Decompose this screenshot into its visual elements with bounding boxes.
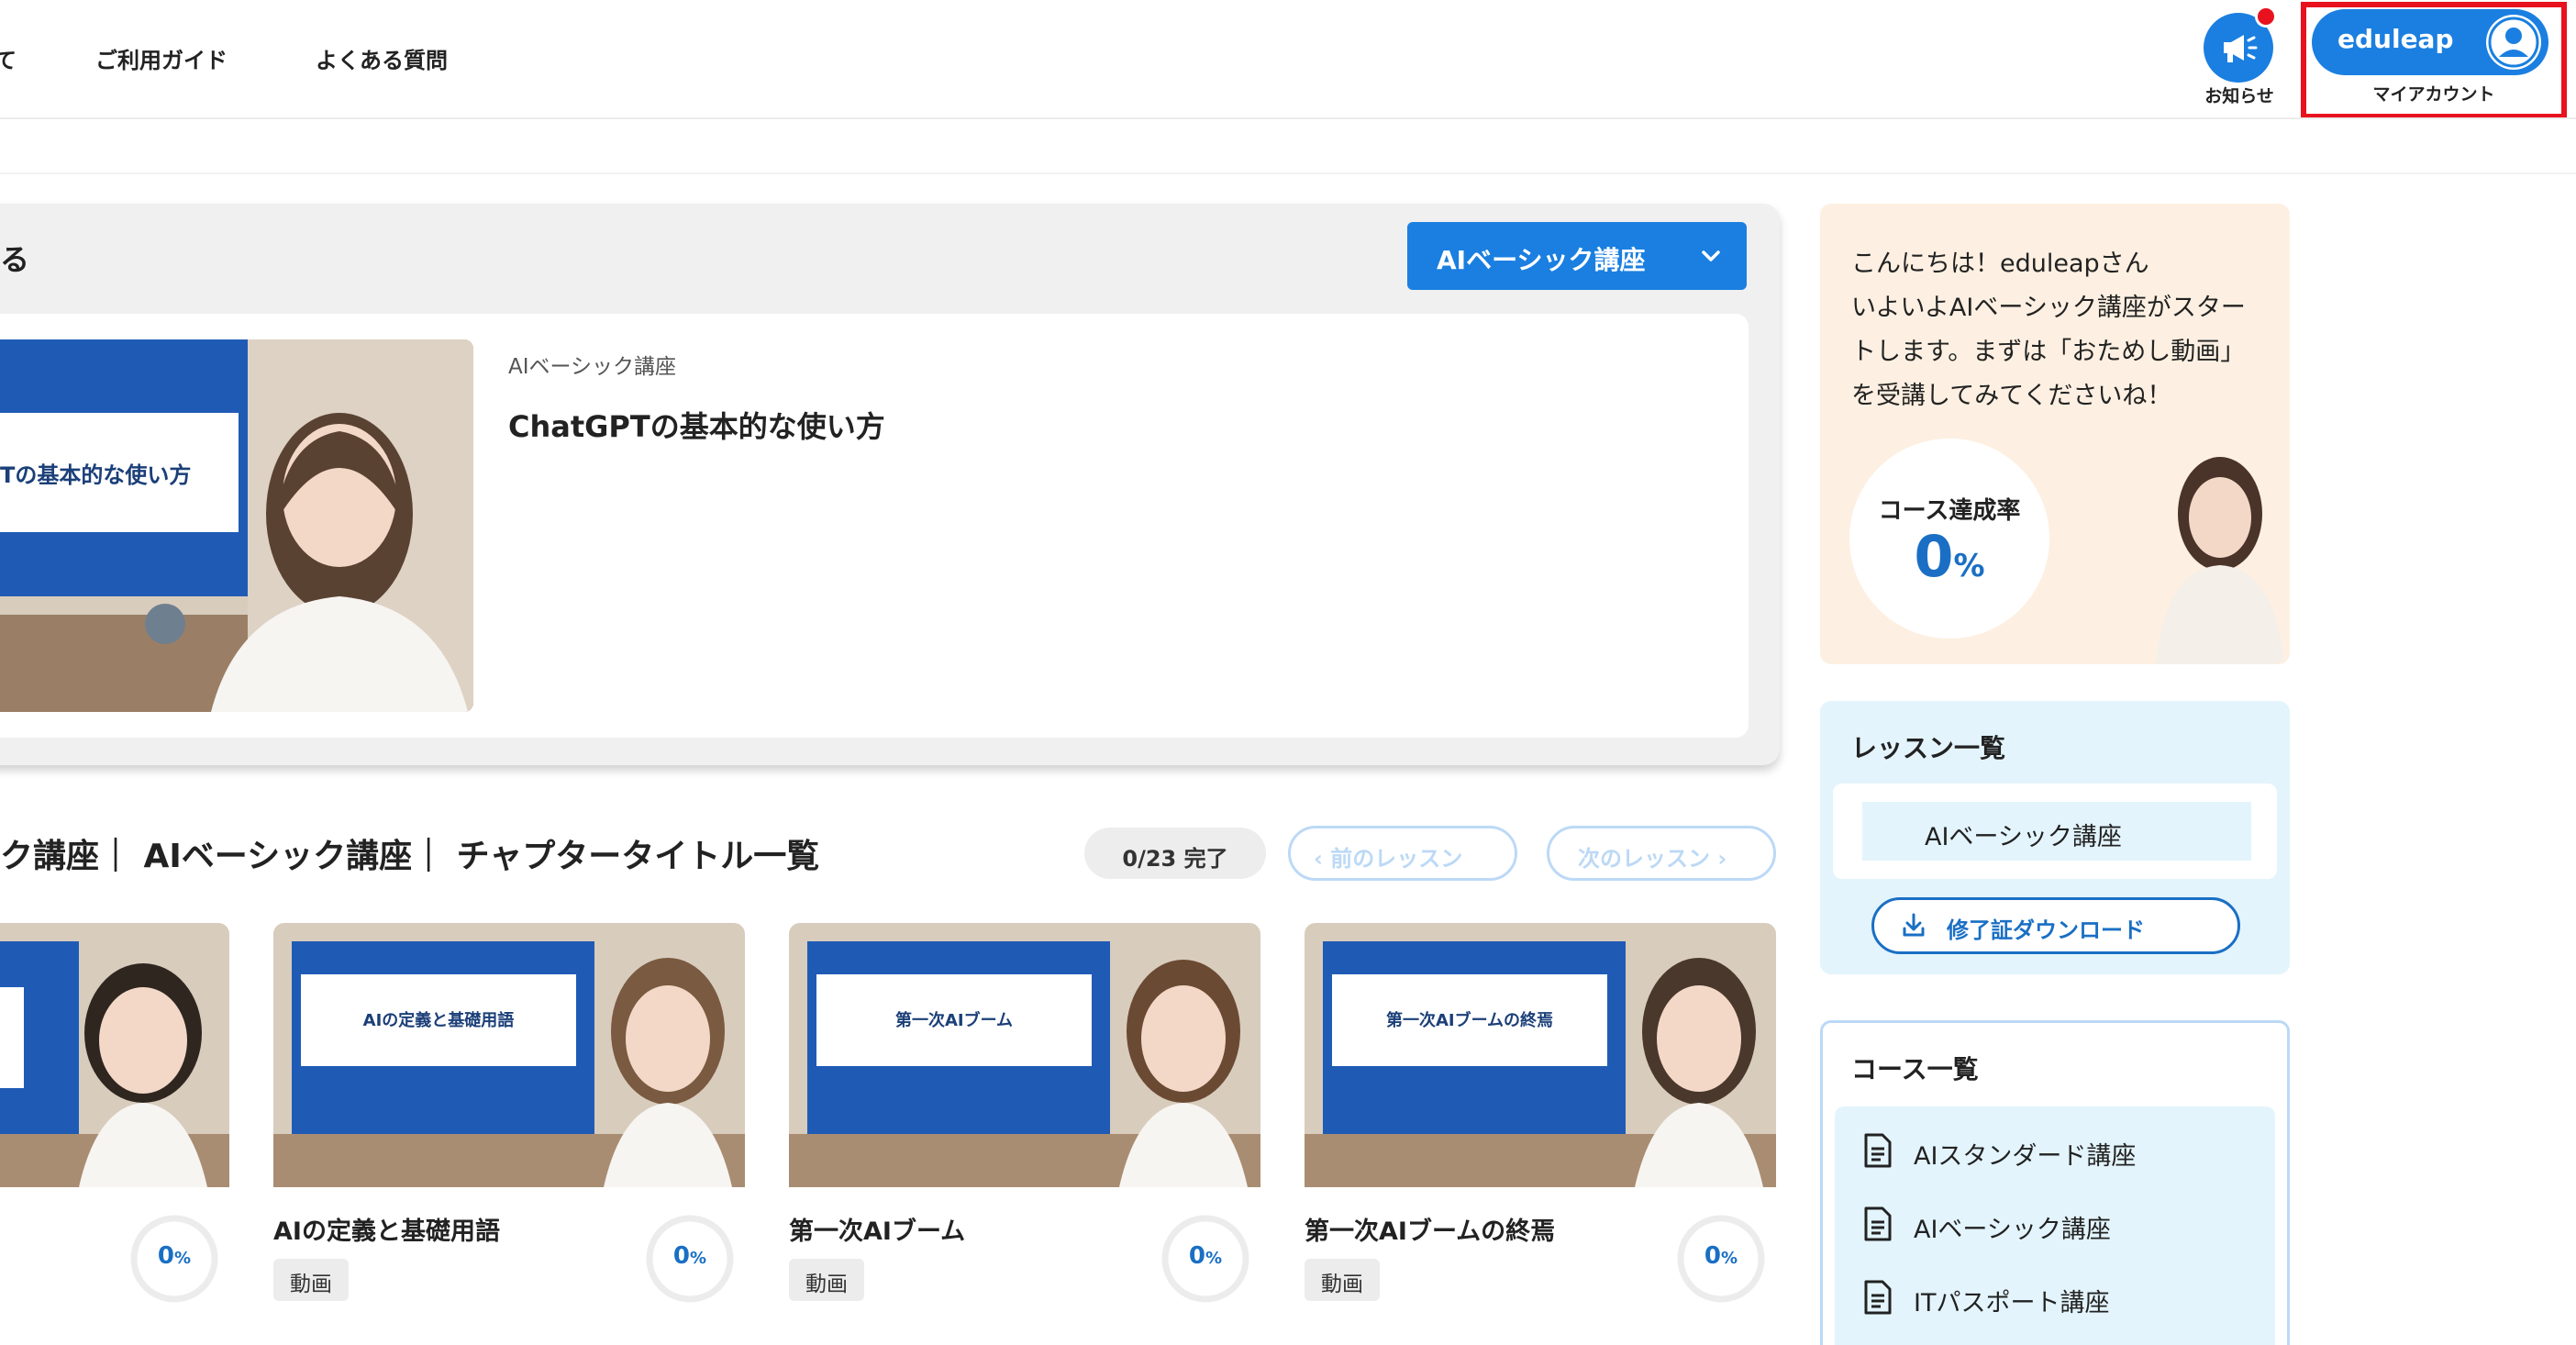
thumbnail-caption: Tの基本的な使い方 [0, 462, 192, 488]
chevron-down-icon [1702, 250, 1720, 261]
header-divider [0, 117, 2576, 119]
course-rate-value: 0% [1914, 523, 1985, 590]
lesson-list-item-label: AIベーシック講座 [1925, 823, 2122, 851]
chapter-card-tag-label: 動画 [290, 1273, 332, 1296]
chapter-card-tag-label: 動画 [1321, 1273, 1363, 1296]
thumbnail-caption: 第一次AIブーム [894, 1011, 1014, 1030]
document-icon [1864, 1133, 1892, 1168]
account-label: マイアカウント [2372, 84, 2495, 105]
next-lesson-label: 次のレッスン › [1578, 846, 1727, 872]
thumbnail-caption: 第一次AIブームの終焉 [1385, 1011, 1554, 1030]
greeting-text: こんにちは！eduleapさん いよいよAIベーシック講座がスター トします。ま… [1851, 242, 2273, 418]
chapter-list-heading: ク講座｜ AIベーシック講座｜ チャプタータイトル一覧 [0, 838, 820, 875]
chapter-progress-percent: 0% [157, 1242, 192, 1270]
chapter-card-thumbnail[interactable]: 第一次AIブーム [789, 923, 1260, 1187]
document-icon [1864, 1206, 1892, 1241]
chapter-progress-percent: 0% [1188, 1242, 1223, 1270]
course-list-item[interactable]: AIスタンダード講座 [1914, 1136, 2136, 1172]
course-list-item[interactable]: ITパスポート講座 [1914, 1283, 2109, 1318]
greeting-line: いよいよAIベーシック講座がスター [1851, 294, 2246, 322]
course-rate-label: コース達成率 [1878, 497, 2021, 525]
current-lesson-thumbnail[interactable]: Tの基本的な使い方 [0, 339, 473, 712]
progress-text: 0/23 完了 [1122, 846, 1228, 872]
subheader-divider [0, 172, 2576, 174]
greeting-line: を受講してみてくださいね！ [1851, 382, 2172, 410]
chapter-progress-percent: 0% [672, 1242, 707, 1270]
chapter-card-thumbnail[interactable]: 第一次AIブームの終焉 [1305, 923, 1776, 1187]
document-icon [1864, 1280, 1892, 1315]
chapter-card-title[interactable]: 第一次AIブームの終焉 [1305, 1211, 1555, 1247]
prev-lesson-label: ‹ 前のレッスン [1314, 846, 1463, 872]
lesson-list-title: レッスン一覧 [1851, 733, 2006, 763]
user-avatar-icon [2486, 15, 2541, 70]
certificate-download-label: 修了証ダウンロード [1947, 917, 2145, 943]
course-select-value: AIベーシック講座 [1437, 245, 1646, 275]
nav-link-guide[interactable]: ご利用ガイド [95, 42, 228, 74]
account-name: eduleap [2337, 24, 2454, 54]
lesson-title[interactable]: ChatGPTの基本的な使い方 [508, 404, 885, 446]
chapter-progress-percent: 0% [1704, 1242, 1738, 1270]
notice-unread-dot [2255, 6, 2277, 28]
notice-label: お知らせ [2204, 86, 2274, 106]
download-icon [1903, 913, 1925, 937]
greeting-line: トします。まずは「おためし動画」 [1851, 338, 2246, 366]
instructor-image [2101, 431, 2284, 664]
greeting-line: こんにちは！eduleapさん [1851, 250, 2149, 278]
course-list-item[interactable]: AIベーシック講座 [1914, 1209, 2111, 1245]
nav-link-faq[interactable]: よくある質問 [316, 42, 448, 74]
chapter-card-thumbnail[interactable]: AIの定義と基礎用語 [273, 923, 745, 1187]
thumbnail-caption: AIの定義と基礎用語 [362, 1011, 515, 1030]
lesson-course-name: AIベーシック講座 [508, 355, 677, 379]
page: て ご利用ガイド よくある質問 お知らせ eduleap マイアカウント る A… [0, 0, 2576, 1345]
chapter-card-tag-label: 動画 [805, 1273, 848, 1296]
chapter-card-thumbnail[interactable] [0, 923, 229, 1187]
chapter-card-title[interactable]: AIの定義と基礎用語 [273, 1211, 500, 1247]
chapter-card-title[interactable]: 第一次AIブーム [789, 1211, 965, 1247]
course-list-title: コース一覧 [1851, 1054, 1979, 1084]
panel-title: る [0, 242, 30, 277]
nav-link-fragment[interactable]: て [0, 42, 17, 74]
